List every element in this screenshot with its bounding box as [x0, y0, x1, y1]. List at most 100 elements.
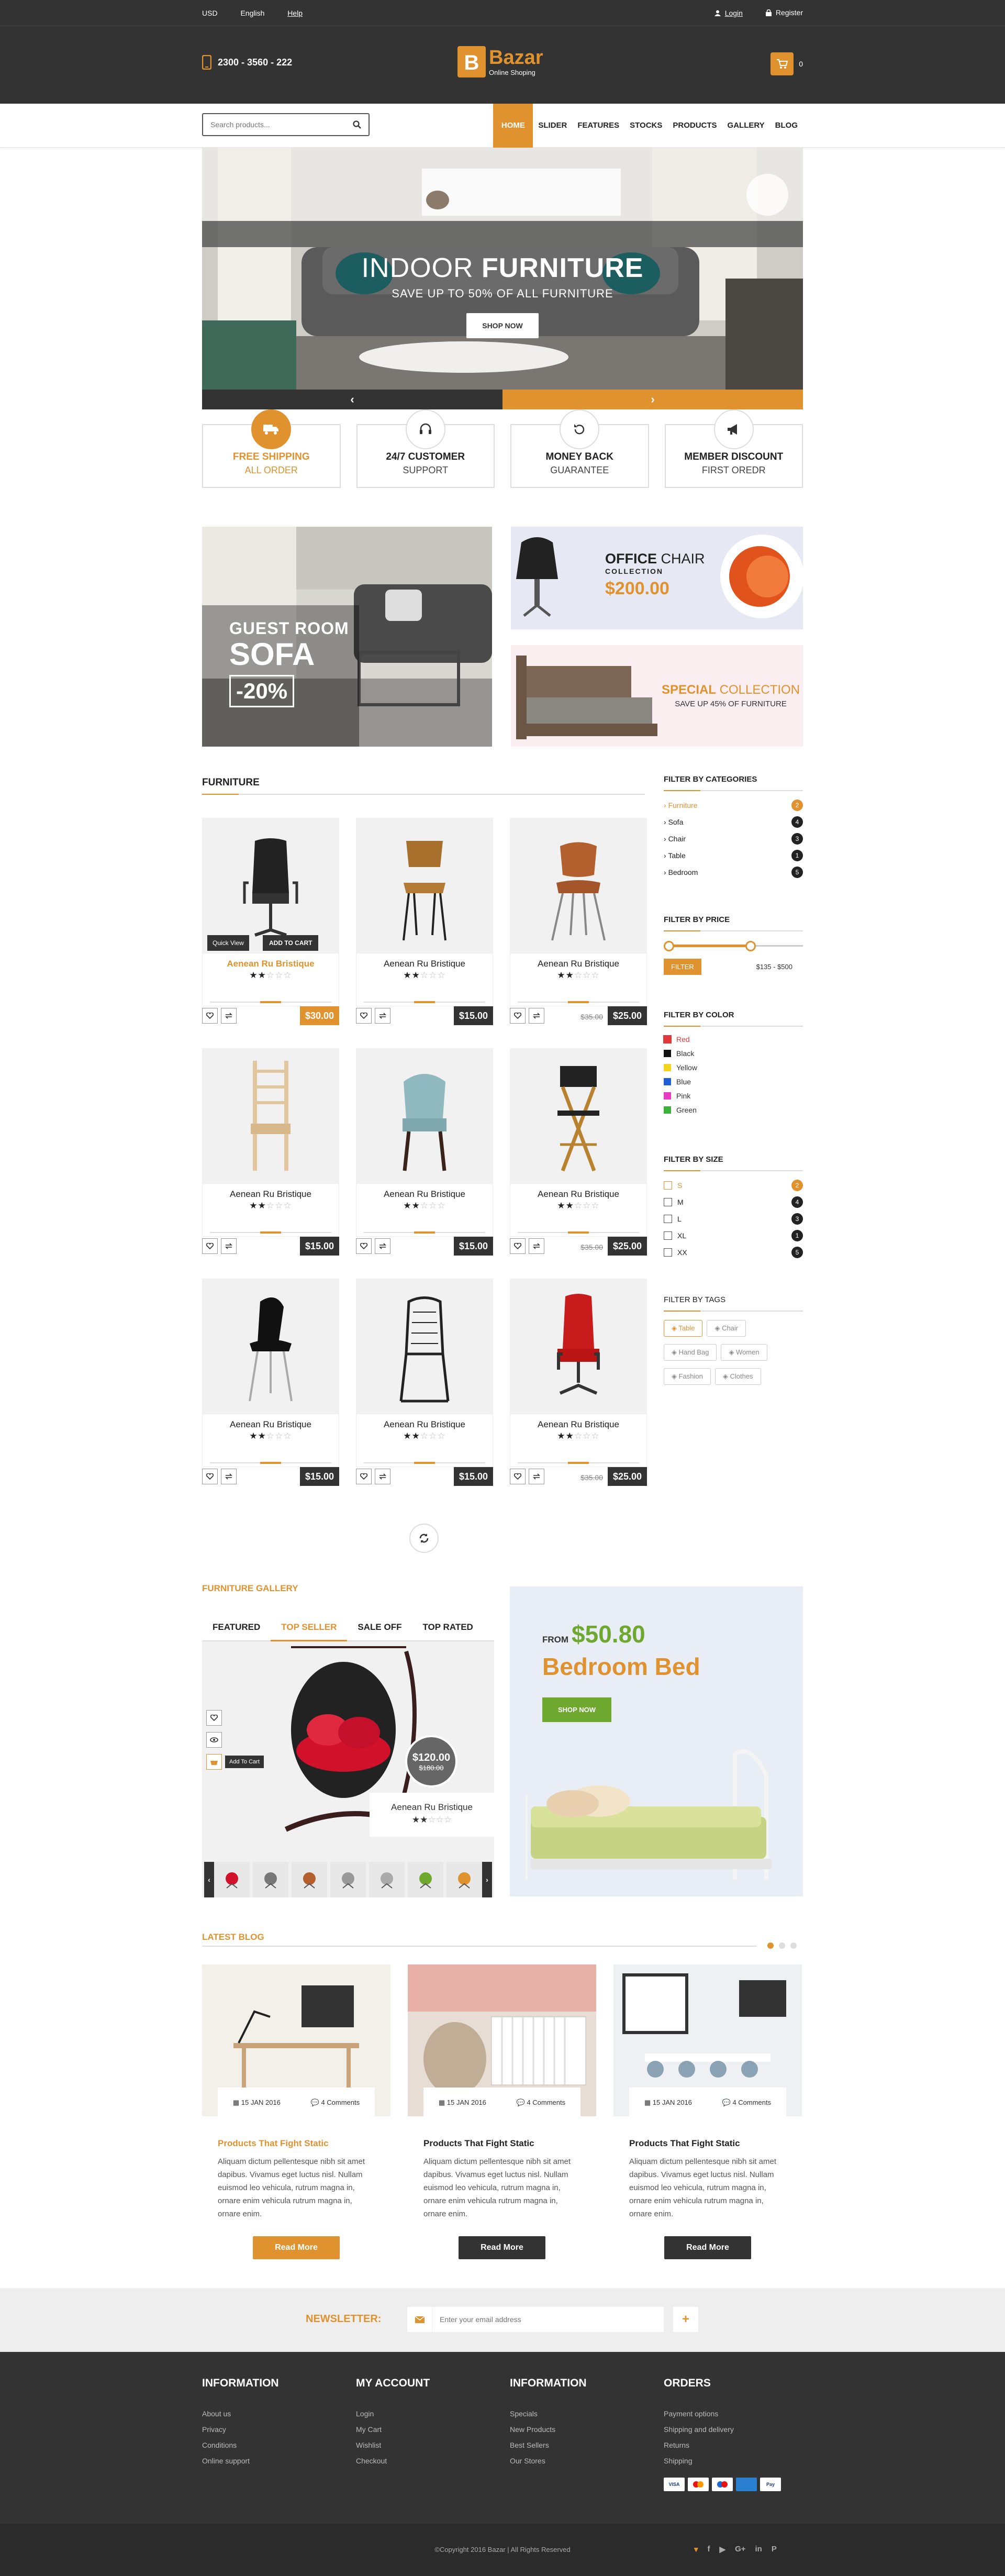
size-option[interactable]: L3	[664, 1213, 803, 1225]
pinterest-icon[interactable]: P	[772, 2545, 777, 2554]
pager-dot-active[interactable]	[767, 1942, 774, 1949]
color-option[interactable]: Yellow	[664, 1063, 803, 1072]
filter-button[interactable]: FILTER	[664, 959, 701, 975]
wishlist-heart-icon[interactable]	[202, 1008, 218, 1024]
size-checkbox[interactable]	[664, 1248, 672, 1257]
price-range-slider[interactable]	[664, 940, 803, 952]
product-card[interactable]: Aenean Ru Bristique ★★☆☆☆ $15.00	[202, 1279, 339, 1488]
cart-button[interactable]: 0	[770, 52, 803, 75]
footer-link[interactable]: About us	[202, 2410, 343, 2418]
google-plus-icon[interactable]: G+	[735, 2545, 745, 2554]
office-chair-banner[interactable]: OFFICE CHAIR COLLECTION $200.00	[511, 527, 803, 629]
tag-chip[interactable]: ◈ Hand Bag	[664, 1344, 717, 1361]
product-card[interactable]: Aenean Ru Bristique ★★☆☆☆ $15.00	[356, 818, 493, 1027]
product-card[interactable]: Aenean Ru Bristique ★★☆☆☆ $15.00	[356, 1279, 493, 1488]
product-card[interactable]: Quick View ADD TO CART Aenean Ru Bristique…	[202, 818, 339, 1027]
footer-link[interactable]: Privacy	[202, 2425, 343, 2434]
product-name[interactable]: Aenean Ru Bristique	[356, 959, 493, 969]
color-option[interactable]: Blue	[664, 1078, 803, 1086]
nav-products[interactable]: PRODUCTS	[667, 104, 722, 148]
gallery-thumbnail[interactable]	[408, 1862, 443, 1897]
footer-link[interactable]: Payment options	[664, 2410, 805, 2418]
youtube-icon[interactable]: ▶	[720, 2545, 726, 2554]
product-name[interactable]: Aenean Ru Bristique	[203, 959, 339, 969]
product-name[interactable]: Aenean Ru Bristique	[356, 1419, 493, 1430]
tag-chip[interactable]: ◈ Table	[664, 1320, 703, 1337]
wishlist-heart-icon[interactable]	[510, 1238, 526, 1254]
footer-link[interactable]: Login	[356, 2410, 497, 2418]
color-option[interactable]: Red	[663, 1035, 803, 1043]
product-name[interactable]: Aenean Ru Bristique	[203, 1419, 339, 1430]
blog-post-title[interactable]: Products That Fight Static	[408, 2138, 596, 2149]
size-option[interactable]: M4	[664, 1196, 803, 1208]
footer-link[interactable]: My Cart	[356, 2425, 497, 2434]
gallery-product-card[interactable]: Aenean Ru Bristique ★★☆☆☆	[370, 1793, 494, 1837]
nav-features[interactable]: FEATURES	[572, 104, 624, 148]
quick-view-button[interactable]: Quick View	[207, 935, 249, 951]
compare-arrows-icon[interactable]	[221, 1008, 237, 1024]
site-logo[interactable]: B Bazar Online Shoping	[457, 46, 543, 77]
compare-arrows-icon[interactable]	[529, 1008, 544, 1024]
newsletter-email-input[interactable]	[432, 2315, 652, 2324]
thumb-prev-button[interactable]: ‹	[204, 1862, 214, 1897]
gallery-thumbnail[interactable]	[214, 1862, 250, 1897]
wishlist-heart-icon[interactable]	[356, 1469, 372, 1484]
size-option[interactable]: S2	[664, 1180, 803, 1191]
wishlist-heart-icon[interactable]	[206, 1710, 222, 1726]
size-checkbox[interactable]	[664, 1181, 672, 1190]
color-option[interactable]: Pink	[664, 1092, 803, 1100]
wishlist-heart-icon[interactable]	[356, 1238, 372, 1254]
read-more-button[interactable]: Read More	[664, 2236, 751, 2259]
compare-arrows-icon[interactable]	[375, 1008, 390, 1024]
color-option[interactable]: Black	[664, 1049, 803, 1058]
compare-arrows-icon[interactable]	[375, 1469, 390, 1484]
category-item[interactable]: › Furniture 2	[664, 800, 803, 811]
blog-post-image[interactable]: ▦ 15 JAN 2016 💬 4 Comments	[408, 1964, 596, 2116]
login-link[interactable]: Login	[714, 9, 743, 17]
product-card[interactable]: Aenean Ru Bristique ★★☆☆☆ $35.00 $25.00	[510, 818, 647, 1027]
search-input[interactable]	[210, 120, 336, 129]
gallery-thumbnail[interactable]	[369, 1862, 405, 1897]
size-option[interactable]: XL 1	[664, 1230, 803, 1241]
color-option[interactable]: Green	[664, 1106, 803, 1114]
footer-link[interactable]: Shipping	[664, 2457, 805, 2465]
footer-link[interactable]: Online support	[202, 2457, 343, 2465]
search-icon[interactable]	[353, 120, 361, 129]
wishlist-heart-icon[interactable]	[356, 1008, 372, 1024]
wishlist-heart-icon[interactable]	[202, 1238, 218, 1254]
twitter-icon[interactable]: ▾	[694, 2545, 698, 2554]
footer-link[interactable]: Our Stores	[510, 2457, 651, 2465]
footer-link[interactable]: New Products	[510, 2425, 651, 2434]
gallery-add-to-cart[interactable]: Add To Cart	[225, 1756, 264, 1768]
tab-sale-off[interactable]: SALE OFF	[347, 1615, 412, 1640]
size-checkbox[interactable]	[664, 1215, 672, 1223]
footer-link[interactable]: Shipping and delivery	[664, 2425, 805, 2434]
product-name[interactable]: Aenean Ru Bristique	[510, 1189, 646, 1200]
gallery-thumbnail[interactable]	[292, 1862, 327, 1897]
nav-stocks[interactable]: STOCKS	[624, 104, 667, 148]
gallery-thumbnail[interactable]	[330, 1862, 366, 1897]
product-card[interactable]: Aenean Ru Bristique ★★☆☆☆ $15.00	[202, 1048, 339, 1258]
newsletter-submit-button[interactable]: +	[673, 2307, 698, 2332]
tag-chip[interactable]: ◈ Chair	[707, 1320, 746, 1337]
compare-arrows-icon[interactable]	[529, 1469, 544, 1484]
slider-next-button[interactable]: ›	[502, 390, 803, 409]
linkedin-icon[interactable]: in	[755, 2545, 762, 2554]
category-item[interactable]: › Sofa 4	[664, 816, 803, 828]
compare-arrows-icon[interactable]	[529, 1238, 544, 1254]
product-card[interactable]: Aenean Ru Bristique ★★☆☆☆ $15.00	[356, 1048, 493, 1258]
tag-chip[interactable]: ◈ Women	[721, 1344, 767, 1361]
currency-selector[interactable]: USD	[202, 9, 218, 17]
size-checkbox[interactable]	[664, 1231, 672, 1240]
category-item[interactable]: › Bedroom 5	[664, 867, 803, 878]
language-selector[interactable]: English	[240, 9, 264, 17]
compare-arrows-icon[interactable]	[375, 1238, 390, 1254]
cart-basket-icon[interactable]	[206, 1754, 222, 1770]
blog-post-comments[interactable]: 💬 4 Comments	[311, 2098, 360, 2107]
product-card[interactable]: Aenean Ru Bristique ★★☆☆☆ $35.00 $25.00	[510, 1048, 647, 1258]
gallery-thumbnail[interactable]	[446, 1862, 482, 1897]
price-max-handle[interactable]	[745, 941, 756, 951]
blog-post-comments[interactable]: 💬 4 Comments	[517, 2098, 566, 2107]
tab-featured[interactable]: FEATURED	[202, 1615, 271, 1640]
size-option[interactable]: XX 5	[664, 1247, 803, 1258]
